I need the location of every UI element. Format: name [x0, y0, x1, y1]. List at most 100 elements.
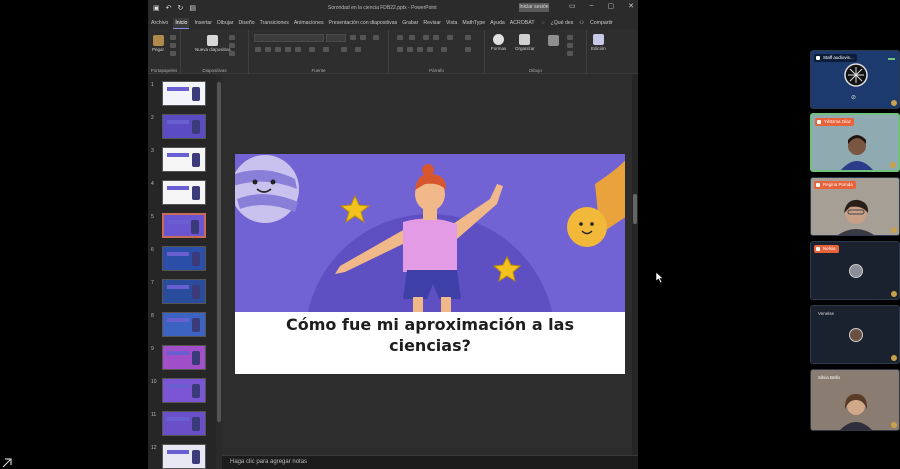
tab-dibujar[interactable]: Dibujar [217, 20, 233, 26]
font-color-icon[interactable] [355, 47, 361, 52]
tab-revisar[interactable]: Revisar [423, 20, 441, 26]
slide-thumbnail[interactable] [162, 81, 206, 106]
slide-thumbnail[interactable] [162, 411, 206, 436]
tab-diseno[interactable]: Diseño [238, 20, 254, 26]
case-icon[interactable] [323, 47, 329, 52]
shape-effects-icon[interactable] [567, 51, 573, 56]
thumbnail-title-bar [167, 351, 189, 355]
slide-thumbnail[interactable] [162, 279, 206, 304]
share-button[interactable]: Compartir [590, 20, 613, 26]
thumbnail-title-bar [167, 120, 189, 124]
notes-pane[interactable]: Haga clic para agregar notas [222, 455, 638, 469]
mouse-cursor-icon [656, 272, 664, 283]
italic-icon[interactable] [265, 47, 271, 52]
minimize-icon[interactable]: – [590, 2, 594, 10]
tab-transiciones[interactable]: Transiciones [260, 20, 289, 26]
layout-icon[interactable] [229, 35, 235, 40]
strikethrough-icon[interactable] [285, 47, 291, 52]
grow-font-icon[interactable] [350, 35, 356, 40]
slide-thumbnail[interactable] [162, 312, 206, 337]
tab-archivo[interactable]: Archivo [151, 20, 168, 26]
slide-title[interactable]: Cómo fue mi aproximación a las ciencias? [235, 314, 625, 356]
underline-icon[interactable] [275, 47, 281, 52]
new-slide-button[interactable]: Nueva diapositiva [195, 35, 231, 52]
tab-presentacion[interactable]: Presentación con diapositivas [329, 20, 398, 26]
slide-thumbnail[interactable] [162, 246, 206, 271]
line-spacing-icon[interactable] [447, 35, 453, 40]
muted-mic-icon: ⊘ [851, 95, 857, 101]
redo-icon[interactable]: ↻ [178, 4, 184, 12]
shadow-icon[interactable] [295, 47, 301, 52]
editing-button[interactable]: Edición [591, 34, 606, 51]
ribbon-display-icon[interactable]: ▭ [569, 2, 576, 10]
section-icon[interactable] [229, 51, 235, 56]
participant-tile[interactable]: Staff audiovis... ⊘ [810, 50, 900, 109]
font-size-select[interactable] [326, 34, 346, 42]
slide-thumbnail[interactable] [162, 345, 206, 370]
shapes-button[interactable]: Formas [491, 34, 506, 51]
thumbnail-number: 2 [151, 115, 154, 121]
shape-outline-icon[interactable] [567, 43, 573, 48]
align-center-icon[interactable] [407, 47, 413, 52]
tab-ayuda[interactable]: Ayuda [490, 20, 505, 26]
align-text-icon[interactable] [465, 47, 471, 52]
present-icon[interactable]: ▤ [189, 4, 196, 12]
text-direction-icon[interactable] [465, 35, 471, 40]
participant-tile[interactable]: Venelse [810, 305, 900, 364]
participant-tile[interactable]: Yéttzma Díaz [810, 113, 900, 172]
shrink-font-icon[interactable] [360, 35, 366, 40]
tab-vista[interactable]: Vista [446, 20, 457, 26]
quick-styles-icon[interactable] [548, 35, 559, 46]
reset-icon[interactable] [229, 43, 235, 48]
participant-tile[interactable]: Nelsia [810, 241, 900, 300]
current-slide[interactable]: Cómo fue mi aproximación a las ciencias? [235, 154, 625, 374]
bold-icon[interactable] [255, 47, 261, 52]
thumbnail-figure [191, 220, 199, 234]
close-icon[interactable]: ✕ [628, 2, 634, 10]
slide-thumbnail[interactable] [162, 378, 206, 403]
tab-acrobat[interactable]: ACROBAT [510, 20, 535, 26]
undo-icon[interactable]: ↶ [166, 4, 172, 12]
thumbnails-scroll-thumb[interactable] [217, 82, 221, 422]
increase-indent-icon[interactable] [433, 35, 439, 40]
arrange-button[interactable]: Organizar [515, 34, 535, 51]
tab-animaciones[interactable]: Animaciones [294, 20, 324, 26]
tab-grabar[interactable]: Grabar [402, 20, 418, 26]
thumbnail-figure [192, 285, 200, 299]
editor-scrollbar[interactable] [632, 74, 638, 455]
numbering-icon[interactable] [409, 35, 415, 40]
clear-format-icon[interactable] [373, 35, 379, 40]
save-icon[interactable]: ▣ [153, 4, 160, 12]
align-right-icon[interactable] [417, 47, 423, 52]
sign-in-button[interactable]: Iniciar sesión [519, 3, 549, 12]
participant-tile[interactable]: Silvia Bello [810, 369, 900, 431]
align-left-icon[interactable] [397, 47, 403, 52]
thumbnail-figure [192, 120, 200, 134]
participant-tile[interactable]: Regina Pomda [810, 177, 900, 236]
maximize-icon[interactable]: ▢ [608, 2, 615, 10]
justify-icon[interactable] [427, 47, 433, 52]
slide-thumbnail[interactable] [162, 180, 206, 205]
slide-thumbnail[interactable] [162, 213, 206, 238]
decrease-indent-icon[interactable] [423, 35, 429, 40]
paste-button[interactable]: Pegar [152, 35, 164, 52]
tab-insertar[interactable]: Insertar [194, 20, 212, 26]
font-name-select[interactable] [254, 34, 324, 42]
cut-icon[interactable] [170, 35, 176, 40]
slide-thumbnail[interactable] [162, 147, 206, 172]
columns-icon[interactable] [441, 47, 447, 52]
tell-me-input[interactable]: ¿Qué des [551, 20, 574, 26]
bullets-icon[interactable] [397, 35, 403, 40]
highlight-icon[interactable] [341, 47, 347, 52]
spacing-icon[interactable] [309, 47, 315, 52]
slide-thumbnail[interactable] [162, 444, 206, 469]
thumbnail-figure [192, 252, 200, 266]
shape-fill-icon[interactable] [567, 35, 573, 40]
editor-scroll-thumb[interactable] [633, 194, 637, 224]
format-painter-icon[interactable] [170, 51, 176, 56]
slide-thumbnail[interactable] [162, 114, 206, 139]
tab-mathtype[interactable]: MathType [462, 20, 485, 26]
expand-arrow-icon[interactable] [2, 458, 12, 468]
tab-inicio[interactable]: Inicio [173, 17, 190, 29]
copy-icon[interactable] [170, 43, 176, 48]
